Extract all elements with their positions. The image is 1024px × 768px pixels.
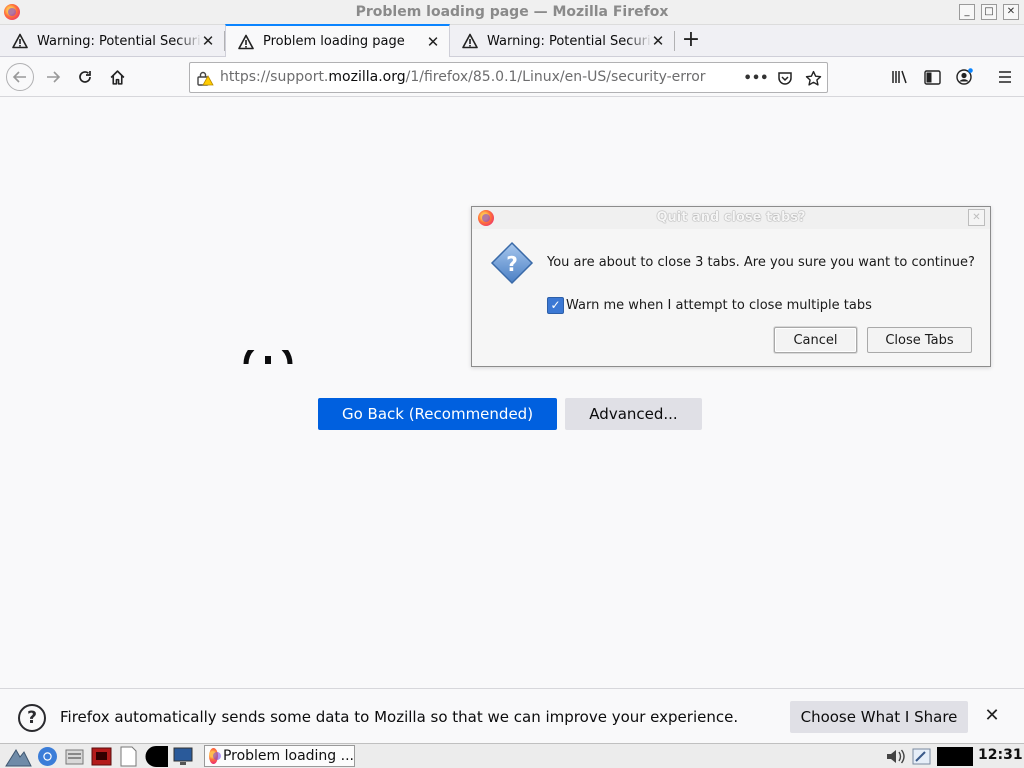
contrast-app-icon[interactable]: [144, 746, 168, 767]
home-icon: [110, 69, 124, 85]
tray-indicator: [937, 747, 973, 766]
tab-label: Warning: Potential Security Risk Ahead: [487, 33, 652, 49]
new-tab-button[interactable]: +: [680, 29, 702, 52]
menu-button[interactable]: [992, 64, 1018, 90]
network-icon[interactable]: [911, 746, 933, 767]
text-editor-icon[interactable]: [118, 746, 139, 767]
warning-icon: [462, 33, 478, 49]
taskbar-firefox-window[interactable]: Problem loading ...: [204, 745, 355, 767]
file-manager-icon[interactable]: [64, 746, 85, 767]
minimize-button[interactable]: _: [959, 4, 975, 20]
tab-label: Warning: Potential Security Risk Ahead: [37, 33, 202, 49]
navigation-bar: https://support.mozilla.org/1/firefox/85…: [0, 57, 1024, 97]
tab-problem-loading[interactable]: Problem loading page ✕: [225, 24, 450, 57]
warning-icon: [238, 34, 254, 49]
close-tab-icon[interactable]: ✕: [425, 34, 441, 50]
forward-button[interactable]: [40, 64, 66, 90]
choose-what-i-share-button[interactable]: Choose What I Share: [790, 701, 968, 733]
start-menu-icon[interactable]: [4, 746, 32, 767]
tab-warning-2[interactable]: Warning: Potential Security Risk Ahead ✕: [450, 25, 674, 57]
window-title: Problem loading page — Mozilla Firefox: [355, 4, 669, 20]
tab-warning-1[interactable]: Warning: Potential Security Risk Ahead ✕: [0, 25, 224, 57]
library-button[interactable]: [887, 64, 913, 90]
back-button[interactable]: [6, 63, 34, 91]
chromium-icon[interactable]: [37, 746, 58, 767]
pocket-icon[interactable]: [775, 68, 795, 88]
dialog-title: Quit and close tabs?: [656, 210, 806, 225]
close-tab-icon[interactable]: ✕: [200, 33, 216, 49]
close-tabs-button[interactable]: Close Tabs: [867, 327, 972, 353]
advanced-button[interactable]: Advanced...: [565, 398, 702, 430]
account-button[interactable]: [951, 64, 977, 90]
page-content: Go Back (Recommended) Advanced...: [0, 98, 1024, 688]
dialog-message: You are about to close 3 tabs. Are you s…: [547, 255, 975, 270]
url-text[interactable]: https://support.mozilla.org/1/firefox/85…: [220, 69, 706, 85]
monitor-icon[interactable]: [172, 746, 194, 767]
bookmark-star-icon[interactable]: [803, 68, 823, 88]
warning-icon: [12, 33, 28, 49]
clock: 12:31: [978, 747, 1023, 763]
insecure-lock-icon[interactable]: [196, 70, 214, 86]
quit-confirmation-dialog: Quit and close tabs? ✕ ? You are about t…: [471, 206, 991, 367]
sidebar-icon: [923, 69, 941, 85]
hamburger-menu-icon: [999, 71, 1011, 83]
presentation-app-icon[interactable]: [91, 746, 112, 767]
library-icon: [892, 70, 907, 84]
error-icon: [243, 350, 293, 364]
back-arrow-icon: [12, 71, 26, 83]
tab-strip: Warning: Potential Security Risk Ahead ✕…: [0, 24, 1024, 57]
firefox-logo-icon: [209, 748, 221, 764]
sidebar-button[interactable]: [919, 64, 945, 90]
window-titlebar: Problem loading page — Mozilla Firefox _…: [0, 0, 1024, 25]
warn-multiple-tabs-checkbox[interactable]: ✓: [547, 297, 564, 314]
go-back-button[interactable]: Go Back (Recommended): [318, 398, 557, 430]
taskbar: Problem loading ... 12:31: [0, 743, 1024, 768]
maximize-button[interactable]: □: [981, 4, 997, 20]
reload-button[interactable]: [72, 64, 98, 90]
close-tab-icon[interactable]: ✕: [650, 33, 666, 49]
question-icon: ?: [490, 241, 534, 285]
dialog-close-button[interactable]: ✕: [968, 209, 985, 226]
forward-arrow-icon: [47, 71, 61, 83]
close-window-button[interactable]: ✕: [1003, 4, 1019, 20]
page-actions-icon[interactable]: •••: [744, 68, 769, 88]
tab-label: Problem loading page: [263, 34, 405, 49]
home-button[interactable]: [104, 64, 130, 90]
notification-bar: ? Firefox automatically sends some data …: [0, 688, 1024, 743]
url-bar[interactable]: https://support.mozilla.org/1/firefox/85…: [189, 62, 828, 93]
notification-message: Firefox automatically sends some data to…: [60, 708, 739, 726]
svg-text:?: ?: [506, 252, 518, 276]
account-icon: [956, 68, 973, 85]
checkbox-label[interactable]: Warn me when I attempt to close multiple…: [566, 298, 872, 313]
volume-icon[interactable]: [885, 746, 907, 767]
close-notification-icon[interactable]: ✕: [982, 706, 1002, 726]
help-question-icon: ?: [18, 704, 46, 732]
cancel-button[interactable]: Cancel: [774, 327, 857, 353]
dialog-titlebar: Quit and close tabs? ✕: [472, 207, 990, 229]
taskbar-window-label: Problem loading ...: [222, 748, 354, 764]
reload-icon: [79, 71, 91, 83]
